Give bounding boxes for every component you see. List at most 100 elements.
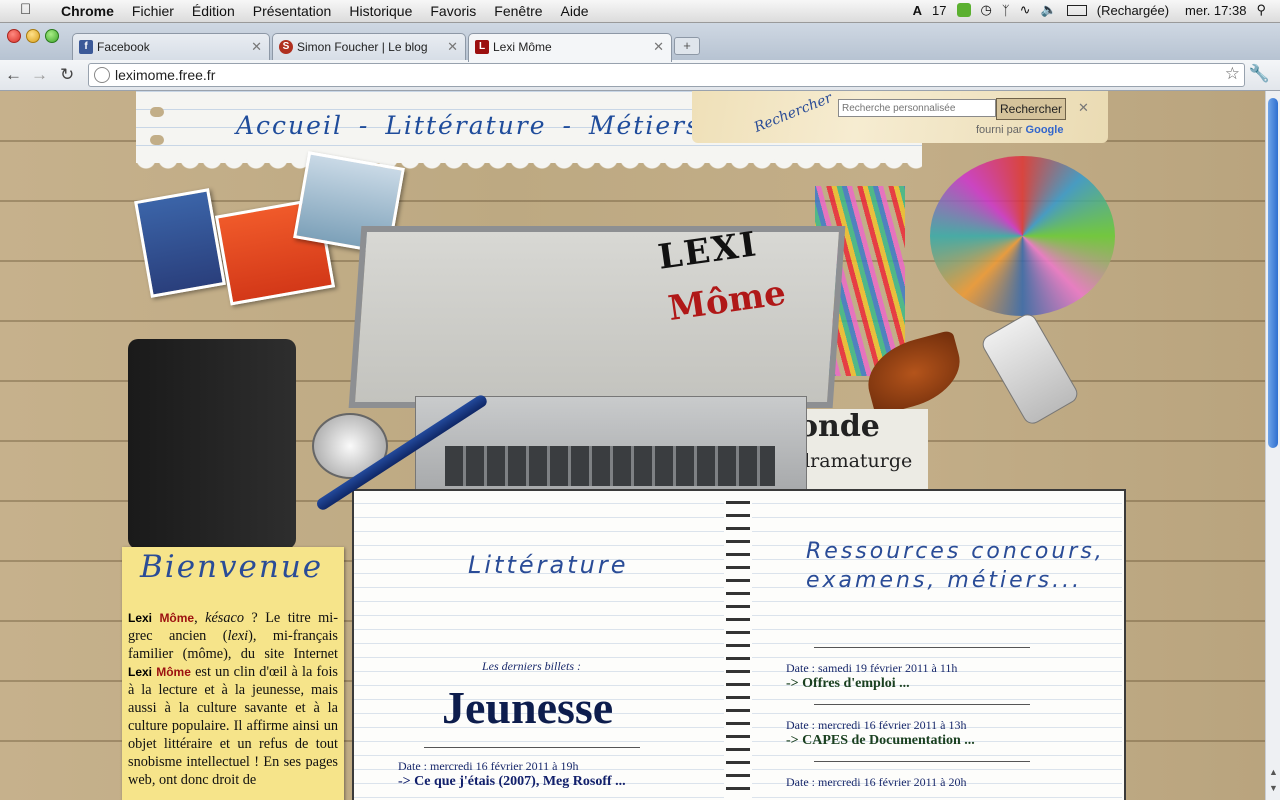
new-tab-button[interactable]: + xyxy=(674,37,700,55)
wifi-icon[interactable]: ∿ xyxy=(1020,2,1031,18)
globe-icon xyxy=(94,67,110,83)
post-date: Date : mercredi 16 février 2011 à 19h xyxy=(398,759,579,773)
url-text[interactable]: leximome.free.fr xyxy=(115,67,215,83)
evernote-icon[interactable] xyxy=(956,3,971,17)
facebook-favicon-icon: f xyxy=(79,40,93,54)
menu-edition[interactable]: Édition xyxy=(183,2,244,20)
scroll-up-arrow-icon[interactable]: ▲ xyxy=(1269,767,1278,777)
app-menus: Chrome Fichier Édition Présentation Hist… xyxy=(52,2,598,20)
main-navigation: Accueil - Littérature - Métiers xyxy=(236,111,701,140)
resources-section-title[interactable]: Ressources concours, examens, métiers... xyxy=(806,537,1105,595)
notebook-page-resources: Ressources concours, examens, métiers...… xyxy=(752,491,1122,800)
tab-simon-foucher[interactable]: S Simon Foucher | Le blog ✕ xyxy=(272,33,466,61)
google-logo: Google xyxy=(1025,124,1064,136)
divider xyxy=(814,761,1030,762)
torn-edge xyxy=(136,159,922,173)
window-minimize-button[interactable] xyxy=(26,29,40,43)
post-link[interactable]: -> Offres d'emploi ... xyxy=(786,676,910,692)
divider xyxy=(814,704,1030,705)
tab-label: Facebook xyxy=(97,40,150,54)
newspaper-image: onde dramaturge xyxy=(798,409,928,491)
page-scrollbar[interactable]: ▲ ▼ xyxy=(1265,91,1280,800)
clear-search-icon[interactable]: ✕ xyxy=(1078,100,1089,116)
menu-aide[interactable]: Aide xyxy=(552,2,598,20)
nav-accueil-link[interactable]: Accueil xyxy=(236,111,343,140)
adobe-count: 17 xyxy=(932,2,947,18)
divider xyxy=(814,647,1030,648)
open-notebook: Littérature Les derniers billets : Jeune… xyxy=(352,489,1126,800)
notebook-spiral xyxy=(726,491,750,800)
macos-menubar:  Chrome Fichier Édition Présentation Hi… xyxy=(0,0,1280,23)
category-heading-jeunesse[interactable]: Jeunesse xyxy=(442,681,613,734)
scroll-down-arrow-icon[interactable]: ▼ xyxy=(1269,783,1278,793)
volume-icon[interactable]: 🔈 xyxy=(1041,2,1057,18)
blog-favicon-icon: S xyxy=(279,40,293,54)
menu-fichier[interactable]: Fichier xyxy=(123,2,183,20)
newspaper-headline: onde xyxy=(798,409,880,444)
nav-litterature-link[interactable]: Littérature xyxy=(385,111,546,140)
menu-presentation[interactable]: Présentation xyxy=(244,2,341,20)
tab-close-icon[interactable]: ✕ xyxy=(251,39,262,55)
post-link[interactable]: -> CAPES de Documentation ... xyxy=(786,733,975,749)
bluetooth-icon[interactable]: ᛉ xyxy=(1002,3,1010,18)
spotlight-search-icon[interactable]: ⚲ xyxy=(1256,2,1266,18)
brand-lexi: Lexi xyxy=(128,665,153,679)
post-date: Date : mercredi 16 février 2011 à 13h xyxy=(786,718,967,732)
search-input[interactable] xyxy=(838,99,996,117)
post-date: Date : mercredi 16 février 2011 à 20h xyxy=(786,775,967,789)
window-zoom-button[interactable] xyxy=(45,29,59,43)
forward-arrow-icon[interactable]: → xyxy=(31,65,48,85)
menu-fenetre[interactable]: Fenêtre xyxy=(485,2,551,20)
post-date: Date : samedi 19 février 2011 à 11h xyxy=(786,661,958,675)
nav-metiers-link[interactable]: Métiers xyxy=(589,111,701,140)
page-viewport: Accueil - Littérature - Métiers Recherch… xyxy=(0,91,1265,800)
battery-status: (Rechargée) xyxy=(1096,2,1170,18)
mobile-phone-image xyxy=(979,310,1081,428)
literature-section-title[interactable]: Littérature xyxy=(468,551,628,579)
tab-label: Lexi Môme xyxy=(493,40,552,54)
welcome-text-part: est un clin d'œil à la fois à la lecture… xyxy=(128,664,338,788)
welcome-lexi-italic: lexi xyxy=(227,628,249,644)
tab-label: Simon Foucher | Le blog xyxy=(297,40,428,54)
search-label: Rechercher xyxy=(752,91,835,136)
tab-close-icon[interactable]: ✕ xyxy=(653,39,664,55)
welcome-text-part: , xyxy=(194,610,206,626)
battery-icon[interactable] xyxy=(1066,4,1087,16)
pen-cup-image xyxy=(930,156,1115,316)
harry-potter-book-image xyxy=(134,188,226,298)
menu-chrome[interactable]: Chrome xyxy=(52,2,123,20)
address-bar[interactable]: leximome.free.fr ☆ xyxy=(88,63,1245,87)
menu-historique[interactable]: Historique xyxy=(340,2,421,20)
bookmark-star-icon[interactable]: ☆ xyxy=(1225,64,1240,84)
scrollbar-thumb[interactable] xyxy=(1268,98,1278,448)
laptop-keyboard-image xyxy=(445,446,775,486)
tab-facebook[interactable]: f Facebook ✕ xyxy=(72,33,270,61)
divider xyxy=(424,747,640,748)
tab-lexi-mome[interactable]: L Lexi Môme ✕ xyxy=(468,33,672,62)
brand-mome: Môme xyxy=(159,611,195,625)
menu-favoris[interactable]: Favoris xyxy=(421,2,485,20)
brand-lexi: Lexi xyxy=(128,611,153,625)
resources-title-line2: examens, métiers... xyxy=(806,568,1083,593)
reload-icon[interactable]: ↻ xyxy=(60,65,74,85)
apple-menu-icon[interactable]:  xyxy=(20,1,31,18)
post-link[interactable]: -> Ce que j'étais (2007), Meg Rosoff ... xyxy=(398,774,626,790)
time-machine-icon[interactable]: ◷ xyxy=(981,2,992,18)
welcome-kesaco: késaco xyxy=(205,610,245,626)
back-arrow-icon[interactable]: ← xyxy=(5,65,22,85)
notebook-page-literature: Littérature Les derniers billets : Jeune… xyxy=(354,491,724,800)
wrench-menu-icon[interactable]: 🔧 xyxy=(1249,64,1270,84)
tab-close-icon[interactable]: ✕ xyxy=(447,39,458,55)
search-button[interactable]: Rechercher xyxy=(996,98,1066,120)
window-close-button[interactable] xyxy=(7,29,21,43)
recent-posts-label: Les derniers billets : xyxy=(482,659,581,673)
clock[interactable]: mer. 17:38 xyxy=(1185,3,1246,18)
welcome-text: Lexi Môme, késaco ? Le titre mi-grec anc… xyxy=(128,609,338,789)
leather-planner-image xyxy=(128,339,296,549)
site-search-box: Rechercher Rechercher ✕ fourni par Googl… xyxy=(692,91,1108,143)
adobe-updater-icon[interactable]: A xyxy=(913,3,922,18)
nav-separator: - xyxy=(562,111,573,140)
lexi-favicon-icon: L xyxy=(475,40,489,54)
welcome-title: Bienvenue xyxy=(140,549,324,585)
laptop-screen-illustration xyxy=(348,226,846,408)
